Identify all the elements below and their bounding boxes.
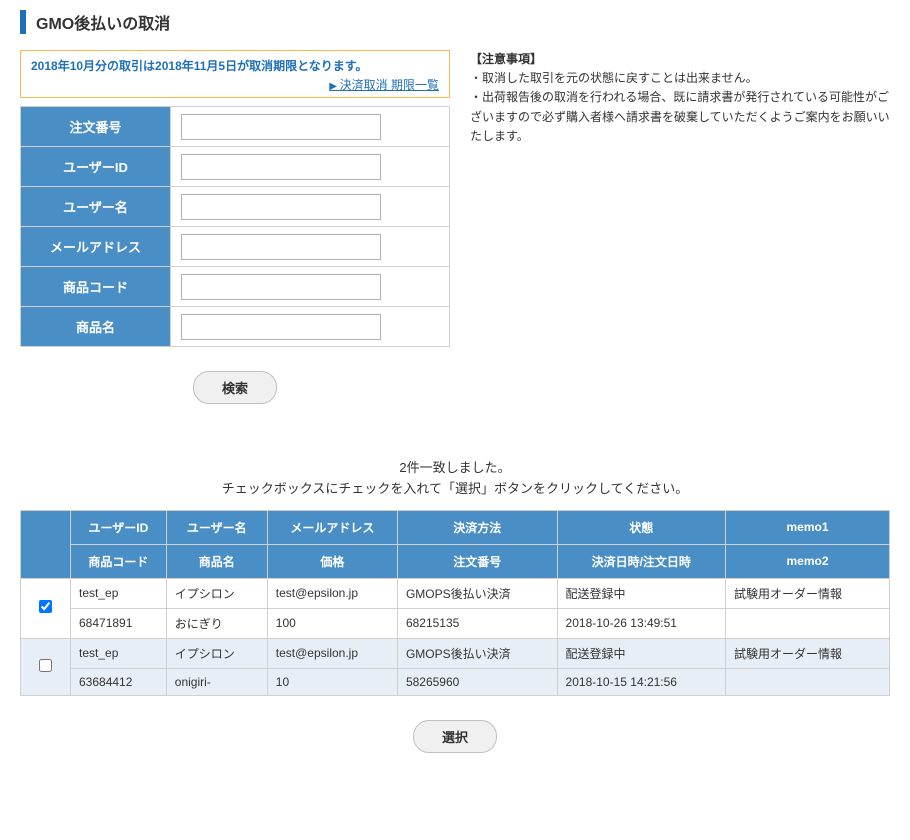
label-order-no: 注文番号 [21, 107, 171, 147]
caution-line-2: ・出荷報告後の取消を行われる場合、既に請求書が発行されている可能性がございますの… [470, 88, 890, 146]
cell-pay-method: GMOPS後払い決済 [397, 638, 557, 668]
cell-order-no: 58265960 [397, 668, 557, 695]
cell-user-name: イプシロン [166, 638, 267, 668]
cell-user-id: test_ep [71, 578, 167, 608]
search-button[interactable]: 検索 [193, 371, 277, 404]
cell-product-name: onigiri- [166, 668, 267, 695]
result-count: 2件一致しました。 [399, 460, 510, 475]
col-product-code: 商品コード [71, 544, 167, 578]
label-product-code: 商品コード [21, 267, 171, 307]
cell-email: test@epsilon.jp [267, 578, 397, 608]
deadline-notice: 2018年10月分の取引は2018年11月5日が取消期限となります。 決済取消 … [20, 50, 450, 98]
input-product-name[interactable] [181, 314, 381, 340]
deadline-text: 2018年10月分の取引は2018年11月5日が取消期限となります。 [31, 57, 439, 74]
select-button[interactable]: 選択 [413, 720, 497, 753]
col-order-no: 注文番号 [397, 544, 557, 578]
cell-price: 100 [267, 608, 397, 638]
cell-status: 配送登録中 [557, 578, 725, 608]
col-memo1: memo1 [726, 510, 890, 544]
page-title-bar: GMO後払いの取消 [20, 10, 890, 34]
col-check [21, 510, 71, 578]
col-pay-method: 決済方法 [397, 510, 557, 544]
page-title: GMO後払いの取消 [36, 10, 170, 34]
cell-memo2 [726, 668, 890, 695]
title-accent [20, 10, 26, 34]
result-message: 2件一致しました。 チェックボックスにチェックを入れて「選択」ボタンをクリックし… [20, 458, 890, 500]
col-email: メールアドレス [267, 510, 397, 544]
label-email: メールアドレス [21, 227, 171, 267]
cell-memo1: 試験用オーダー情報 [726, 578, 890, 608]
cell-memo1: 試験用オーダー情報 [726, 638, 890, 668]
result-instruction: チェックボックスにチェックを入れて「選択」ボタンをクリックしてください。 [222, 481, 688, 496]
cell-product-code: 63684412 [71, 668, 167, 695]
cell-price: 10 [267, 668, 397, 695]
row-checkbox[interactable] [39, 600, 52, 613]
search-form: 注文番号 ユーザーID ユーザー名 メールアドレス 商品コード 商品名 [20, 106, 450, 347]
label-user-id: ユーザーID [21, 147, 171, 187]
label-product-name: 商品名 [21, 307, 171, 347]
cell-email: test@epsilon.jp [267, 638, 397, 668]
input-product-code[interactable] [181, 274, 381, 300]
col-user-name: ユーザー名 [166, 510, 267, 544]
input-user-id[interactable] [181, 154, 381, 180]
input-user-name[interactable] [181, 194, 381, 220]
input-order-no[interactable] [181, 114, 381, 140]
caution-title: 【注意事項】 [470, 50, 890, 69]
cell-pay-method: GMOPS後払い決済 [397, 578, 557, 608]
cell-status: 配送登録中 [557, 638, 725, 668]
cell-order-no: 68215135 [397, 608, 557, 638]
input-email[interactable] [181, 234, 381, 260]
result-table: ユーザーID ユーザー名 メールアドレス 決済方法 状態 memo1 商品コード… [20, 510, 890, 696]
col-price: 価格 [267, 544, 397, 578]
caution-line-1: ・取消した取引を元の状態に戻すことは出来ません。 [470, 69, 890, 88]
deadline-list-link[interactable]: 決済取消 期限一覧 [329, 78, 439, 92]
col-product-name: 商品名 [166, 544, 267, 578]
caution-block: 【注意事項】 ・取消した取引を元の状態に戻すことは出来ません。 ・出荷報告後の取… [470, 50, 890, 428]
cell-pay-date: 2018-10-26 13:49:51 [557, 608, 725, 638]
cell-memo2 [726, 608, 890, 638]
cell-user-id: test_ep [71, 638, 167, 668]
row-checkbox[interactable] [39, 659, 52, 672]
label-user-name: ユーザー名 [21, 187, 171, 227]
cell-pay-date: 2018-10-15 14:21:56 [557, 668, 725, 695]
cell-user-name: イプシロン [166, 578, 267, 608]
col-user-id: ユーザーID [71, 510, 167, 544]
cell-product-code: 68471891 [71, 608, 167, 638]
col-memo2: memo2 [726, 544, 890, 578]
col-status: 状態 [557, 510, 725, 544]
col-pay-date: 決済日時/注文日時 [557, 544, 725, 578]
cell-product-name: おにぎり [166, 608, 267, 638]
